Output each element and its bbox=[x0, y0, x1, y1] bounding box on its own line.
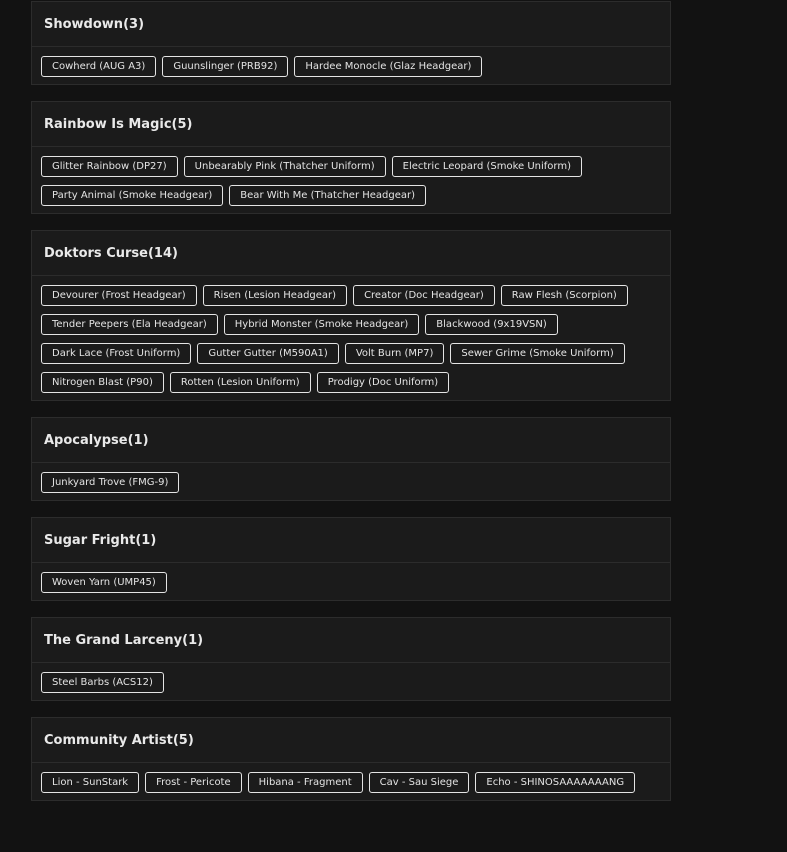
collection-count: 1 bbox=[135, 533, 156, 548]
item-chip[interactable]: Cowherd (AUG A3) bbox=[41, 56, 157, 77]
item-chip[interactable]: Woven Yarn (UMP45) bbox=[41, 572, 167, 593]
collection-title: Doktors Curse14 bbox=[32, 231, 670, 276]
item-chip[interactable]: Junkyard Trove (FMG-9) bbox=[41, 472, 180, 493]
item-chip[interactable]: Creator (Doc Headgear) bbox=[353, 285, 495, 306]
collection-name: Doktors Curse bbox=[44, 245, 148, 261]
collection-title: Showdown3 bbox=[32, 2, 670, 47]
item-chip[interactable]: Unbearably Pink (Thatcher Uniform) bbox=[183, 156, 386, 177]
collection-name: Apocalypse bbox=[44, 432, 128, 448]
item-list: Steel Barbs (ACS12) bbox=[32, 663, 670, 700]
collection-name: Sugar Fright bbox=[44, 532, 136, 548]
item-chip[interactable]: Raw Flesh (Scorpion) bbox=[500, 285, 628, 306]
item-list: Devourer (Frost Headgear) Risen (Lesion … bbox=[32, 276, 670, 400]
collection-doktors-curse: Doktors Curse14 Devourer (Frost Headgear… bbox=[31, 230, 671, 401]
collection-count: 5 bbox=[172, 117, 193, 132]
collection-community-artist: Community Artist5 Lion - SunStark Frost … bbox=[31, 717, 671, 801]
collection-title: The Grand Larceny1 bbox=[32, 618, 670, 663]
item-list: Junkyard Trove (FMG-9) bbox=[32, 463, 670, 500]
item-chip[interactable]: Tender Peepers (Ela Headgear) bbox=[41, 314, 218, 335]
collection-name: Community Artist bbox=[44, 732, 173, 748]
item-chip[interactable]: Frost - Pericote bbox=[145, 772, 242, 793]
item-chip[interactable]: Steel Barbs (ACS12) bbox=[41, 672, 164, 693]
item-chip[interactable]: Risen (Lesion Headgear) bbox=[202, 285, 348, 306]
item-chip[interactable]: Nitrogen Blast (P90) bbox=[41, 372, 164, 393]
collection-title: Community Artist5 bbox=[32, 718, 670, 763]
item-list: Cowherd (AUG A3) Guunslinger (PRB92) Har… bbox=[32, 47, 670, 84]
item-chip[interactable]: Prodigy (Doc Uniform) bbox=[316, 372, 450, 393]
collection-count: 5 bbox=[173, 733, 194, 748]
item-chip[interactable]: Electric Leopard (Smoke Uniform) bbox=[391, 156, 583, 177]
collection-name: Showdown bbox=[44, 16, 124, 32]
item-chip[interactable]: Hardee Monocle (Glaz Headgear) bbox=[294, 56, 483, 77]
item-chip[interactable]: Gutter Gutter (M590A1) bbox=[197, 343, 339, 364]
item-chip[interactable]: Rotten (Lesion Uniform) bbox=[169, 372, 311, 393]
collection-name: Rainbow Is Magic bbox=[44, 116, 172, 132]
item-chip[interactable]: Lion - SunStark bbox=[41, 772, 140, 793]
collection-showdown: Showdown3 Cowherd (AUG A3) Guunslinger (… bbox=[31, 1, 671, 85]
collection-title: Sugar Fright1 bbox=[32, 518, 670, 563]
collection-count: 14 bbox=[148, 246, 178, 261]
collection-apocalypse: Apocalypse1 Junkyard Trove (FMG-9) bbox=[31, 417, 671, 501]
collection-count: 1 bbox=[128, 433, 149, 448]
item-chip[interactable]: Cav - Sau Siege bbox=[368, 772, 470, 793]
collection-the-grand-larceny: The Grand Larceny1 Steel Barbs (ACS12) bbox=[31, 617, 671, 701]
collection-name: The Grand Larceny bbox=[44, 632, 183, 648]
item-list: Woven Yarn (UMP45) bbox=[32, 563, 670, 600]
item-list: Glitter Rainbow (DP27) Unbearably Pink (… bbox=[32, 147, 670, 213]
collections-list: Showdown3 Cowherd (AUG A3) Guunslinger (… bbox=[31, 1, 671, 817]
item-list: Lion - SunStark Frost - Pericote Hibana … bbox=[32, 763, 670, 800]
item-chip[interactable]: Guunslinger (PRB92) bbox=[162, 56, 289, 77]
item-chip[interactable]: Devourer (Frost Headgear) bbox=[41, 285, 197, 306]
item-chip[interactable]: Sewer Grime (Smoke Uniform) bbox=[450, 343, 625, 364]
collection-sugar-fright: Sugar Fright1 Woven Yarn (UMP45) bbox=[31, 517, 671, 601]
item-chip[interactable]: Bear With Me (Thatcher Headgear) bbox=[229, 185, 427, 206]
item-chip[interactable]: Hybrid Monster (Smoke Headgear) bbox=[223, 314, 420, 335]
collection-count: 3 bbox=[123, 17, 144, 32]
collection-count: 1 bbox=[182, 633, 203, 648]
item-chip[interactable]: Party Animal (Smoke Headgear) bbox=[41, 185, 224, 206]
item-chip[interactable]: Glitter Rainbow (DP27) bbox=[41, 156, 178, 177]
item-chip[interactable]: Blackwood (9x19VSN) bbox=[425, 314, 558, 335]
collection-title: Rainbow Is Magic5 bbox=[32, 102, 670, 147]
collection-title: Apocalypse1 bbox=[32, 418, 670, 463]
item-chip[interactable]: Hibana - Fragment bbox=[247, 772, 363, 793]
collection-rainbow-is-magic: Rainbow Is Magic5 Glitter Rainbow (DP27)… bbox=[31, 101, 671, 214]
item-chip[interactable]: Dark Lace (Frost Uniform) bbox=[41, 343, 192, 364]
item-chip[interactable]: Volt Burn (MP7) bbox=[344, 343, 445, 364]
item-chip[interactable]: Echo - SHINOSAAAAAAANG bbox=[475, 772, 636, 793]
